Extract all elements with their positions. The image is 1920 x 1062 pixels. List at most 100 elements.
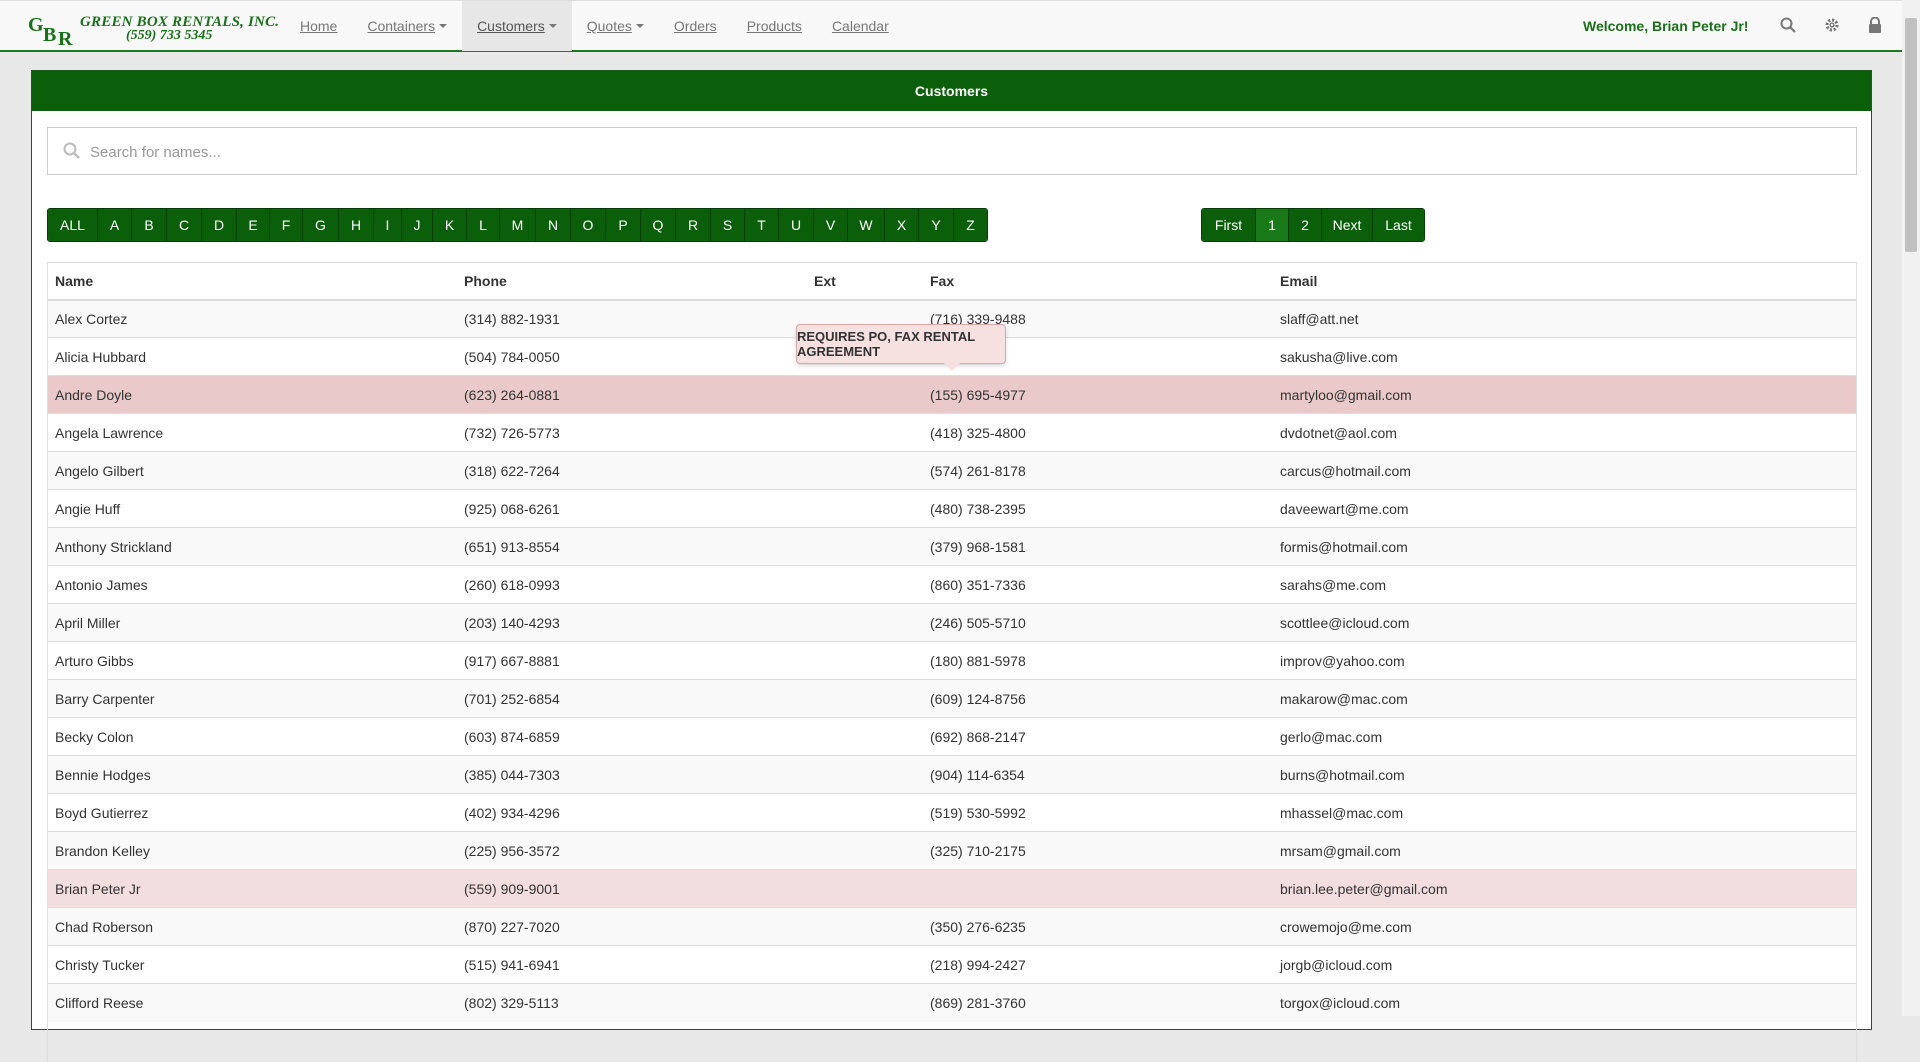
- letter-y-button[interactable]: Y: [919, 209, 954, 241]
- letter-a-button[interactable]: A: [98, 209, 132, 241]
- search-box[interactable]: [47, 127, 1857, 176]
- letter-s-button[interactable]: S: [711, 209, 745, 241]
- cell-email: mhassel@mac.com: [1272, 793, 1857, 832]
- table-row[interactable]: Chad Roberson (870) 227-7020 (350) 276-623…: [47, 907, 1857, 946]
- letter-all-button[interactable]: ALL: [48, 209, 98, 241]
- lock-icon[interactable]: [1865, 15, 1885, 35]
- cell-phone: (318) 622-7264: [456, 451, 806, 490]
- letter-n-button[interactable]: N: [536, 209, 571, 241]
- cell-name: Angelo Gilbert: [47, 451, 456, 490]
- letter-k-button[interactable]: K: [433, 209, 467, 241]
- cell-email: mrsam@gmail.com: [1272, 831, 1857, 870]
- cell-phone: (203) 140-4293: [456, 603, 806, 642]
- nav-orders-label: Orders: [673, 18, 717, 34]
- search-icon: [63, 142, 80, 159]
- cell-phone: (385) 044-7303: [456, 755, 806, 794]
- page-1-button[interactable]: 1: [1256, 209, 1289, 241]
- scrollbar-thumb[interactable]: [1905, 18, 1917, 252]
- column-header-phone[interactable]: Phone: [456, 262, 806, 301]
- nav-quotes[interactable]: Quotes: [572, 1, 659, 51]
- table-row[interactable]: Becky Colon (603) 874-6859 (692) 868-2147 g…: [47, 717, 1857, 756]
- nav-products[interactable]: Products: [732, 1, 817, 51]
- search-icon[interactable]: [1778, 15, 1798, 35]
- table-row[interactable]: Antonio James (260) 618-0993 (860) 351-733…: [47, 565, 1857, 604]
- table-row[interactable]: Angela Lawrence (732) 726-5773 (418) 325-4…: [47, 413, 1857, 452]
- page-last-button[interactable]: Last: [1373, 209, 1424, 241]
- column-header-name[interactable]: Name: [47, 262, 456, 301]
- cell-name: Andre Doyle: [47, 375, 456, 414]
- cell-phone: (603) 874-6859: [456, 717, 806, 756]
- table-row[interactable]: Boyd Gutierrez (402) 934-4296 (519) 530-59…: [47, 793, 1857, 832]
- cell-name: Brian Peter Jr: [47, 869, 456, 908]
- cell-email: dvdotnet@aol.com: [1272, 413, 1857, 452]
- logo-initial-r: R: [58, 28, 73, 50]
- letter-f-button[interactable]: F: [270, 209, 303, 241]
- letter-g-button[interactable]: G: [303, 209, 339, 241]
- letter-c-button[interactable]: C: [167, 209, 202, 241]
- letter-r-button[interactable]: R: [676, 209, 711, 241]
- letter-i-button[interactable]: I: [374, 209, 402, 241]
- letter-e-button[interactable]: E: [237, 209, 270, 241]
- gear-icon[interactable]: [1822, 15, 1842, 35]
- cell-fax: (246) 505-5710: [922, 603, 1272, 642]
- cell-ext: [806, 375, 922, 414]
- table-row[interactable]: Christy Tucker (515) 941-6941 (218) 994-24…: [47, 945, 1857, 984]
- nav-containers[interactable]: Containers: [352, 1, 462, 51]
- table-row[interactable]: Anthony Strickland (651) 913-8554 (379) 96…: [47, 527, 1857, 566]
- cell-fax: (325) 710-2175: [922, 831, 1272, 870]
- nav-quotes-label: Quotes: [586, 18, 632, 34]
- welcome-message: Welcome, Brian Peter Jr!: [1583, 18, 1749, 34]
- letter-j-button[interactable]: J: [402, 209, 433, 241]
- cell-email: martyloo@gmail.com: [1272, 375, 1857, 414]
- letter-v-button[interactable]: V: [814, 209, 848, 241]
- column-header-fax[interactable]: Fax: [922, 262, 1272, 301]
- letter-q-button[interactable]: Q: [641, 209, 676, 241]
- column-header-email[interactable]: Email: [1272, 262, 1857, 301]
- page-next-button[interactable]: Next: [1322, 209, 1373, 241]
- cell-email: formis@hotmail.com: [1272, 527, 1857, 566]
- cell-phone: (732) 726-5773: [456, 413, 806, 452]
- letter-d-button[interactable]: D: [202, 209, 237, 241]
- cell-email: brian.lee.peter@gmail.com: [1272, 869, 1857, 908]
- page-2-button[interactable]: 2: [1289, 209, 1322, 241]
- letter-t-button[interactable]: T: [745, 209, 779, 241]
- letter-z-button[interactable]: Z: [954, 209, 987, 241]
- table-row[interactable]: Brandon Kelley (225) 956-3572 (325) 710-21…: [47, 831, 1857, 870]
- cell-ext: [806, 603, 922, 642]
- letter-o-button[interactable]: O: [571, 209, 606, 241]
- cell-ext: [806, 717, 922, 756]
- search-input[interactable]: [88, 128, 1842, 176]
- nav-orders[interactable]: Orders: [659, 1, 732, 51]
- letter-h-button[interactable]: H: [339, 209, 374, 241]
- cell-email: improv@yahoo.com: [1272, 641, 1857, 680]
- table-row[interactable]: Arturo Gibbs (917) 667-8881 (180) 881-5978…: [47, 641, 1857, 680]
- letter-w-button[interactable]: W: [848, 209, 885, 241]
- letter-m-button[interactable]: M: [500, 209, 536, 241]
- nav-calendar[interactable]: Calendar: [817, 1, 904, 51]
- table-row[interactable]: Bennie Hodges (385) 044-7303 (904) 114-635…: [47, 755, 1857, 794]
- table-row[interactable]: Andre Doyle (623) 264-0881 (155) 695-4977 m…: [47, 375, 1857, 414]
- table-row[interactable]: Angie Huff (925) 068-6261 (480) 738-2395 da…: [47, 489, 1857, 528]
- cell-phone: (314) 882-1931: [456, 299, 806, 338]
- table-row[interactable]: Brian Peter Jr (559) 909-9001 brian.lee.pe…: [47, 869, 1857, 908]
- column-header-ext[interactable]: Ext: [806, 262, 922, 301]
- cell-ext: [806, 527, 922, 566]
- nav-home[interactable]: Home: [285, 1, 352, 51]
- cell-ext: [806, 679, 922, 718]
- cell-name: Antonio James: [47, 565, 456, 604]
- letter-u-button[interactable]: U: [779, 209, 814, 241]
- cell-ext: [806, 831, 922, 870]
- nav-customers[interactable]: Customers: [462, 1, 572, 51]
- table-row[interactable]: Angelo Gilbert (318) 622-7264 (574) 261-81…: [47, 451, 1857, 490]
- table-row[interactable]: Barry Carpenter (701) 252-6854 (609) 124-8…: [47, 679, 1857, 718]
- table-row[interactable]: April Miller (203) 140-4293 (246) 505-5710…: [47, 603, 1857, 642]
- letter-b-button[interactable]: B: [132, 209, 167, 241]
- letter-p-button[interactable]: P: [606, 209, 641, 241]
- cell-ext: [806, 565, 922, 604]
- page-scrollbar[interactable]: [1902, 0, 1920, 1016]
- cell-name: Chad Roberson: [47, 907, 456, 946]
- cell-fax: [922, 869, 1272, 908]
- letter-x-button[interactable]: X: [885, 209, 919, 241]
- letter-l-button[interactable]: L: [467, 209, 500, 241]
- page-first-button[interactable]: First: [1202, 209, 1256, 241]
